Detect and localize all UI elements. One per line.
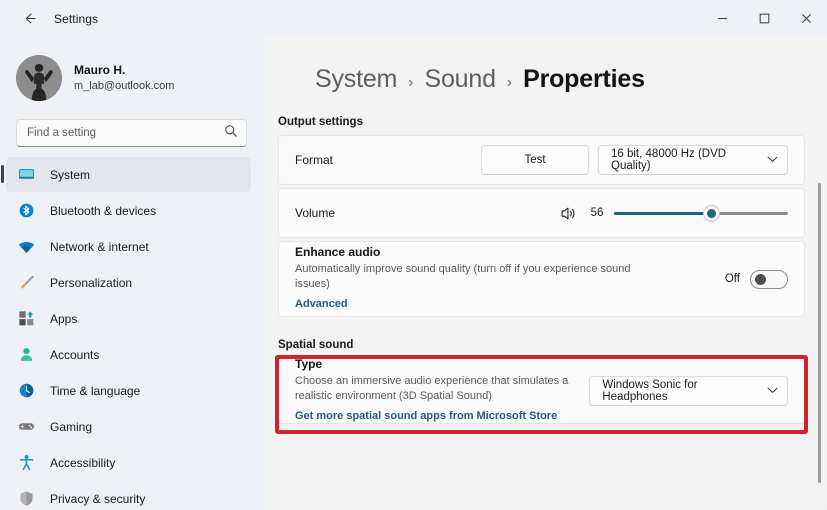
- sidebar-item-time-language[interactable]: Time & language: [6, 373, 251, 408]
- shield-icon: [16, 489, 36, 509]
- person-icon: [16, 345, 36, 365]
- sidebar-item-bluetooth-devices[interactable]: Bluetooth & devices: [6, 193, 251, 228]
- sidebar-item-label: Accounts: [50, 347, 100, 362]
- user-avatar-icon: [16, 55, 62, 101]
- content-scrollbar[interactable]: [818, 183, 821, 483]
- close-icon: [801, 13, 811, 24]
- sidebar-item-label: Time & language: [50, 383, 141, 398]
- sidebar-item-gaming[interactable]: Gaming: [6, 409, 251, 444]
- spatial-type-dropdown[interactable]: Windows Sonic for Headphones: [589, 376, 788, 406]
- account-text: Mauro H. m_lab@outlook.com: [74, 63, 174, 94]
- volume-controls: 56: [558, 203, 788, 223]
- toggle-state-label: Off: [724, 273, 740, 285]
- volume-row: Volume 56: [278, 188, 805, 238]
- back-button[interactable]: [14, 6, 44, 32]
- maximize-button[interactable]: [743, 0, 785, 37]
- account-block[interactable]: Mauro H. m_lab@outlook.com: [0, 37, 263, 107]
- sidebar-item-personalization[interactable]: Personalization: [6, 265, 251, 300]
- format-controls: Test 16 bit, 48000 Hz (DVD Quality): [481, 145, 788, 175]
- breadcrumb-separator: ›: [506, 74, 513, 91]
- spatial-sound-heading: Spatial sound: [278, 339, 354, 351]
- window-title: Settings: [54, 11, 99, 26]
- breadcrumb-system[interactable]: System: [315, 65, 397, 94]
- slider-fill: [614, 211, 712, 215]
- sidebar-item-label: System: [50, 167, 91, 182]
- slider-thumb[interactable]: [702, 204, 720, 222]
- format-dropdown[interactable]: 16 bit, 48000 Hz (DVD Quality): [598, 145, 788, 175]
- search-box[interactable]: [16, 119, 247, 147]
- enhance-audio-description: Automatically improve sound quality (tur…: [295, 263, 631, 291]
- sidebar-item-label: Personalization: [50, 275, 133, 290]
- spatial-type-description: Choose an immersive audio experience tha…: [295, 375, 569, 403]
- close-button[interactable]: [785, 0, 827, 37]
- volume-value: 56: [590, 207, 604, 219]
- sidebar-item-accessibility[interactable]: Accessibility: [6, 445, 251, 480]
- title-bar: Settings: [0, 0, 827, 37]
- spatial-type-dropdown-value: Windows Sonic for Headphones: [602, 379, 698, 403]
- enhance-audio-text: Enhance audio Automatically improve soun…: [295, 244, 635, 313]
- output-settings-cards: Format Test 16 bit, 48000 Hz (DVD Qualit…: [263, 135, 827, 317]
- page-title: Properties: [523, 65, 645, 93]
- search-input[interactable]: [27, 127, 224, 139]
- chevron-down-icon: [767, 156, 778, 165]
- chevron-down-icon: [767, 387, 778, 396]
- breadcrumb-sound[interactable]: Sound: [424, 65, 495, 94]
- spatial-type-row: Type Choose an immersive audio experienc…: [278, 356, 805, 425]
- volume-slider[interactable]: [614, 203, 788, 223]
- clock-icon: [16, 381, 36, 401]
- output-settings-heading: Output settings: [278, 116, 363, 128]
- sidebar-item-label: Gaming: [50, 419, 93, 434]
- sidebar-item-label: Apps: [50, 311, 78, 326]
- sidebar: Mauro H. m_lab@outlook.com Find a settin…: [0, 37, 263, 510]
- paintbrush-icon: [16, 273, 36, 293]
- breadcrumb-separator: ›: [408, 74, 414, 91]
- gamepad-icon: [16, 417, 36, 437]
- breadcrumb: System › Sound › Properties: [263, 37, 827, 94]
- bluetooth-icon: [16, 201, 36, 221]
- back-arrow-icon: [25, 13, 36, 24]
- spatial-sound-section: Type Choose an immersive audio experienc…: [263, 355, 827, 434]
- speaker-volume-icon[interactable]: [558, 203, 578, 223]
- sidebar-item-label: Bluetooth & devices: [50, 203, 157, 218]
- window-controls: [701, 0, 827, 37]
- search-icon[interactable]: [224, 124, 238, 143]
- enhance-audio-controls: Off: [724, 269, 788, 289]
- toggle-knob: [755, 274, 766, 285]
- spatial-type-text: Type Choose an immersive audio experienc…: [295, 356, 589, 425]
- maximize-icon: [759, 13, 769, 24]
- sidebar-nav: System Bluetooth & devices Network & int…: [0, 157, 263, 510]
- avatar: [16, 55, 62, 101]
- enhance-audio-title: Enhance audio: [295, 245, 381, 260]
- advanced-link[interactable]: Advanced: [295, 297, 348, 312]
- sidebar-item-label: Accessibility: [50, 455, 116, 470]
- sidebar-item-label: Privacy & security: [50, 491, 146, 506]
- account-email: m_lab@outlook.com: [74, 79, 175, 92]
- sidebar-item-label: Network & internet: [50, 239, 149, 254]
- volume-label: Volume: [295, 206, 336, 220]
- content-pane: System › Sound › Properties Output setti…: [263, 37, 827, 510]
- format-row: Format Test 16 bit, 48000 Hz (DVD Qualit…: [278, 135, 805, 185]
- minimize-button[interactable]: [701, 0, 743, 37]
- sidebar-item-accounts[interactable]: Accounts: [6, 337, 251, 372]
- settings-window: Settings Mauro H. m_lab@outlook.com Find…: [0, 0, 827, 510]
- wifi-icon: [16, 237, 36, 257]
- microsoft-store-link[interactable]: Get more spatial sound apps from Microso…: [295, 409, 557, 424]
- sidebar-item-privacy-security[interactable]: Privacy & security: [6, 481, 251, 510]
- sidebar-item-apps[interactable]: Apps: [6, 301, 251, 336]
- apps-grid-icon: [16, 309, 36, 329]
- sidebar-item-system[interactable]: System: [1, 157, 251, 192]
- test-button[interactable]: Test: [481, 145, 589, 175]
- format-label: Format: [295, 153, 334, 167]
- format-dropdown-value: 16 bit, 48000 Hz (DVD Quality): [611, 148, 727, 172]
- enhance-audio-row: Enhance audio Automatically improve soun…: [278, 241, 805, 317]
- sidebar-item-network-internet[interactable]: Network & internet: [6, 229, 251, 264]
- spatial-type-title: Type: [295, 357, 323, 372]
- accessibility-icon: [16, 453, 36, 473]
- account-name: Mauro H.: [74, 62, 126, 77]
- minimize-icon: [717, 17, 727, 20]
- monitor-icon: [16, 165, 36, 185]
- enhance-audio-toggle[interactable]: [750, 269, 788, 289]
